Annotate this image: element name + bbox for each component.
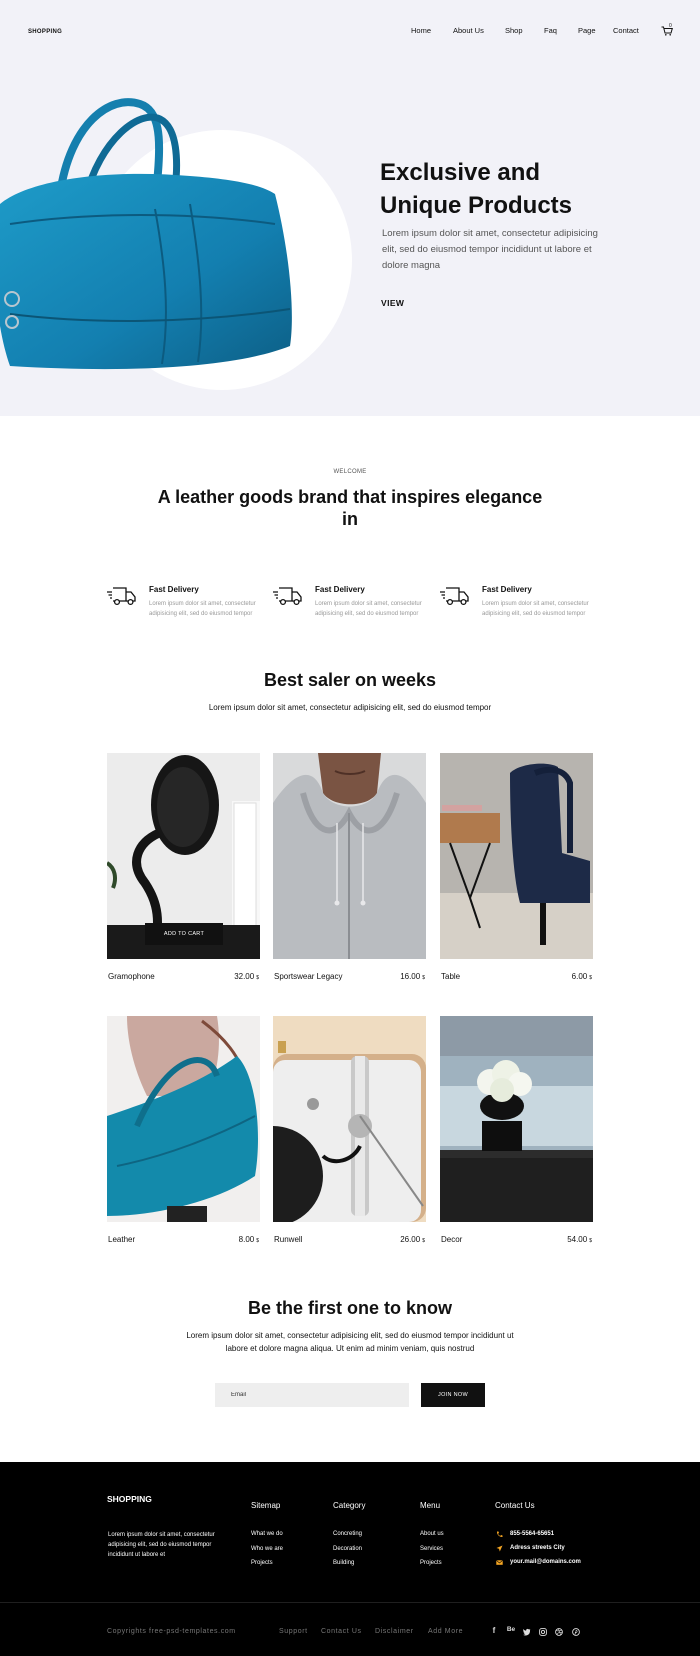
instagram-icon[interactable] bbox=[539, 1627, 547, 1637]
footer-bottom-link-contact-us[interactable]: Contact Us bbox=[321, 1628, 362, 1635]
product-image-decor[interactable] bbox=[440, 1016, 593, 1222]
footer-link-projects[interactable]: Projects bbox=[420, 1560, 442, 1566]
join-now-button[interactable]: JOIN NOW bbox=[421, 1383, 485, 1407]
product-image-runwell[interactable] bbox=[273, 1016, 426, 1222]
location-arrow-icon bbox=[496, 1545, 503, 1552]
footer-brand: SHOPPING bbox=[107, 1494, 152, 1504]
newsletter-text: Lorem ipsum dolor sit amet, consectetur … bbox=[186, 1331, 514, 1353]
behance-icon[interactable]: Be bbox=[505, 1626, 517, 1636]
footer-link-concreting[interactable]: Concreting bbox=[333, 1531, 362, 1537]
footer-divider bbox=[0, 1602, 700, 1603]
product-card-decor: Decor 54.00 $ bbox=[440, 1016, 593, 1256]
feature-title: Fast Delivery bbox=[482, 585, 532, 594]
facebook-icon[interactable]: f bbox=[490, 1626, 498, 1636]
hero-view-button[interactable]: VIEW bbox=[381, 298, 404, 308]
welcome-title: A leather goods brand that inspires eleg… bbox=[157, 487, 543, 529]
hero-title-line1: Exclusive and bbox=[380, 159, 541, 186]
phone-icon bbox=[496, 1531, 503, 1538]
footer-link-building[interactable]: Building bbox=[333, 1560, 354, 1566]
twitter-icon[interactable] bbox=[523, 1627, 531, 1637]
product-card-gramophone: ADD TO CART Gramophone 32.00 $ bbox=[107, 753, 260, 993]
delivery-truck-icon bbox=[440, 587, 469, 606]
footer-link-what-we-do[interactable]: What we do bbox=[251, 1531, 283, 1537]
feature-title: Fast Delivery bbox=[149, 585, 199, 594]
nav-page[interactable]: Page bbox=[578, 26, 596, 35]
footer-link-who-we-are[interactable]: Who we are bbox=[251, 1546, 283, 1552]
product-name[interactable]: Decor bbox=[441, 1235, 462, 1244]
footer-link-services[interactable]: Services bbox=[420, 1546, 443, 1552]
footer-copyright: Copyrights free-psd-templates.com bbox=[107, 1628, 236, 1635]
newsletter-title: Be the first one to know bbox=[247, 1298, 452, 1318]
delivery-truck-icon bbox=[107, 587, 136, 606]
pinterest-icon[interactable] bbox=[572, 1627, 580, 1637]
welcome-eyebrow: WELCOME bbox=[333, 469, 367, 475]
product-card-leather: Leather 8.00 $ bbox=[107, 1016, 260, 1256]
product-price: 32.00 $ bbox=[234, 972, 259, 981]
hero-title: Exclusive and Unique Products bbox=[380, 156, 620, 222]
nav-about-us[interactable]: About Us bbox=[453, 26, 484, 35]
footer-link-projects[interactable]: Projects bbox=[251, 1560, 273, 1566]
product-name[interactable]: Runwell bbox=[274, 1235, 302, 1244]
product-price: 26.00 $ bbox=[400, 1235, 425, 1244]
nav-home[interactable]: Home bbox=[411, 26, 431, 35]
product-image-gramophone[interactable]: ADD TO CART bbox=[107, 753, 260, 959]
nav-faq[interactable]: Faq bbox=[544, 26, 557, 35]
best-saler-subtitle: Lorem ipsum dolor sit amet, consectetur … bbox=[208, 703, 492, 712]
feature-card: Fast Delivery Lorem ipsum dolor sit amet… bbox=[273, 583, 433, 623]
hero-title-line2: Unique Products bbox=[380, 192, 573, 219]
product-card-sportswear-legacy: Sportswear Legacy 16.00 $ bbox=[273, 753, 426, 993]
product-price: 6.00 $ bbox=[571, 972, 592, 981]
footer-phone[interactable]: 855-5564-65651 bbox=[510, 1531, 554, 1537]
footer-bottom-link-add-more[interactable]: Add More bbox=[428, 1628, 463, 1635]
product-image-sportswear-legacy[interactable] bbox=[273, 753, 426, 959]
delivery-truck-icon bbox=[273, 587, 302, 606]
nav-shop[interactable]: Shop bbox=[505, 26, 523, 35]
footer-bottom-link-disclaimer[interactable]: Disclaimer bbox=[375, 1628, 414, 1635]
product-name[interactable]: Sportswear Legacy bbox=[274, 972, 342, 981]
product-image-table[interactable] bbox=[440, 753, 593, 959]
product-name[interactable]: Table bbox=[441, 972, 460, 981]
feature-text: Lorem ipsum dolor sit amet, consectetur … bbox=[149, 601, 256, 617]
product-card-table: Table 6.00 $ bbox=[440, 753, 593, 993]
footer-email[interactable]: your.mail@domains.com bbox=[510, 1559, 581, 1565]
site-header: SHOPPING Home About Us Shop Faq Page Con… bbox=[0, 0, 700, 64]
footer-sitemap-title: Sitemap bbox=[251, 1501, 281, 1510]
feature-text: Lorem ipsum dolor sit amet, consectetur … bbox=[482, 601, 589, 617]
product-name[interactable]: Leather bbox=[108, 1235, 135, 1244]
product-image-leather[interactable] bbox=[107, 1016, 260, 1222]
footer-link-about-us[interactable]: About us bbox=[420, 1531, 444, 1537]
best-saler-title: Best saler on weeks bbox=[263, 670, 437, 690]
nav-contact[interactable]: Contact bbox=[613, 26, 639, 35]
footer-about-text: Lorem ipsum dolor sit amet, consectetur … bbox=[108, 1532, 215, 1558]
footer-contact-title: Contact Us bbox=[495, 1501, 535, 1510]
footer-link-decoration[interactable]: Decoration bbox=[333, 1546, 362, 1552]
add-to-cart-button[interactable]: ADD TO CART bbox=[145, 923, 223, 945]
product-price: 54.00 $ bbox=[567, 1235, 592, 1244]
product-price: 8.00 $ bbox=[238, 1235, 259, 1244]
feature-card: Fast Delivery Lorem ipsum dolor sit amet… bbox=[107, 583, 267, 623]
main-nav: Home About Us Shop Faq Page Contact bbox=[0, 26, 700, 40]
product-name[interactable]: Gramophone bbox=[108, 972, 155, 981]
footer-menu-title: Menu bbox=[420, 1501, 441, 1510]
hero-section: Exclusive and Unique Products Lorem ipsu… bbox=[0, 64, 700, 416]
product-price: 16.00 $ bbox=[400, 972, 425, 981]
feature-text: Lorem ipsum dolor sit amet, consectetur … bbox=[315, 601, 422, 617]
feature-title: Fast Delivery bbox=[315, 585, 365, 594]
blue-leather-bag-image bbox=[0, 98, 292, 370]
dribbble-icon[interactable] bbox=[555, 1627, 563, 1637]
footer-category-title: Category bbox=[333, 1501, 366, 1510]
feature-card: Fast Delivery Lorem ipsum dolor sit amet… bbox=[440, 583, 600, 623]
footer-address: Adress streets City bbox=[510, 1545, 565, 1551]
site-footer: SHOPPING Lorem ipsum dolor sit amet, con… bbox=[0, 1462, 700, 1656]
footer-bottom-link-support[interactable]: Support bbox=[279, 1628, 308, 1635]
product-card-runwell: Runwell 26.00 $ bbox=[273, 1016, 426, 1256]
cart-count: 0 bbox=[669, 23, 672, 29]
hero-description: Lorem ipsum dolor sit amet, consectetur … bbox=[382, 228, 598, 271]
email-input[interactable] bbox=[215, 1383, 409, 1407]
mail-icon bbox=[496, 1560, 503, 1565]
